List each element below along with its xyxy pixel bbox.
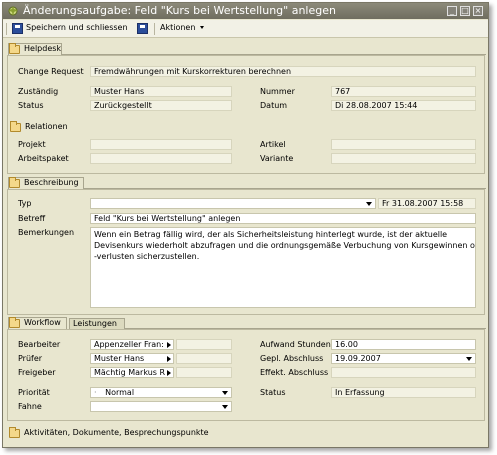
arrow-right-icon <box>167 342 171 348</box>
nummer-field[interactable]: 767 <box>331 86 476 97</box>
artikel-field[interactable] <box>331 139 476 150</box>
change-request-field[interactable]: Fremdwährungen mit Kurskorrekturen berec… <box>90 66 476 77</box>
betreff-field[interactable]: Feld "Kurs bei Wertstellung" anlegen <box>90 213 476 224</box>
folder-icon <box>9 427 20 438</box>
freigeber-value: Mächtig Markus R <box>94 368 166 377</box>
folder-icon <box>9 177 20 188</box>
toolbar-separator <box>154 23 155 35</box>
workflow-status-field[interactable]: In Erfassung <box>331 387 476 398</box>
actions-label: Aktionen <box>160 23 196 32</box>
workflow-panel: Bearbeiter Appenzeller Fran: Prüfer Must… <box>7 329 485 421</box>
save-button[interactable] <box>137 23 149 36</box>
typ-date-field[interactable]: Fr 31.08.2007 15:58 <box>378 198 476 209</box>
freigeber-extra-field[interactable] <box>176 367 232 378</box>
maximize-icon[interactable]: □ <box>460 6 470 16</box>
aktivitaeten-title: Aktivitäten, Dokumente, Besprechungspunk… <box>24 428 209 437</box>
folder-icon <box>9 43 20 54</box>
gepl-abschluss-dropdown[interactable]: 19.09.2007 <box>331 353 476 364</box>
arbeitspaket-field[interactable] <box>90 153 232 164</box>
bemerkungen-line: Devisenkurs wiederholt abzufragen und di… <box>94 241 476 250</box>
folder-icon <box>10 121 21 132</box>
dropdown-arrow-icon <box>366 202 372 206</box>
bemerkungen-line: -verlusten sicherzustellen. <box>94 252 200 261</box>
typ-dropdown[interactable] <box>90 198 376 209</box>
freigeber-label: Freigeber <box>18 368 56 377</box>
tab-leistungen[interactable]: Leistungen <box>69 318 125 329</box>
bearbeiter-label: Bearbeiter <box>18 340 61 349</box>
save-close-button[interactable]: Speichern und schliessen <box>12 23 128 36</box>
freigeber-field[interactable]: Mächtig Markus R <box>90 367 174 378</box>
close-icon[interactable]: × <box>473 6 483 16</box>
tab-workflow-label: Workflow <box>24 318 61 327</box>
bemerkungen-label: Bemerkungen <box>18 228 75 237</box>
arrow-right-icon <box>167 356 171 362</box>
beschreibung-panel: Typ Fr 31.08.2007 15:58 Betreff Feld "Ku… <box>7 189 485 315</box>
change-request-label: Change Request <box>18 67 84 76</box>
pruefer-value: Muster Hans <box>94 354 145 363</box>
status-label: Status <box>18 101 44 110</box>
toolbar: Speichern und schliessen Aktionen <box>3 20 488 38</box>
helpdesk-panel: Change Request Fremdwährungen mit Kursko… <box>7 55 485 174</box>
title-bar[interactable]: Änderungsaufgabe: Feld "Kurs bei Wertste… <box>3 3 488 19</box>
pruefer-field[interactable]: Muster Hans <box>90 353 174 364</box>
dropdown-arrow-icon <box>222 391 228 395</box>
prioritaet-value: Normal <box>105 388 135 397</box>
prioritaet-dropdown[interactable]: · Normal <box>90 387 232 398</box>
datum-label: Datum <box>260 101 288 110</box>
artikel-label: Artikel <box>260 140 286 149</box>
dropdown-arrow-icon <box>222 405 228 409</box>
save-icon <box>137 23 148 34</box>
prioritaet-label: Priorität <box>18 388 50 397</box>
pruefer-label: Prüfer <box>18 354 43 363</box>
actions-menu-button[interactable]: Aktionen <box>160 23 208 36</box>
typ-label: Typ <box>18 199 32 208</box>
save-close-label: Speichern und schliessen <box>26 23 128 32</box>
bearbeiter-extra-field[interactable] <box>176 339 232 350</box>
window-title: Änderungsaufgabe: Feld "Kurs bei Wertste… <box>23 4 336 17</box>
variante-field[interactable] <box>331 153 476 164</box>
chevron-down-icon <box>200 26 204 29</box>
betreff-label: Betreff <box>18 214 46 223</box>
minimize-icon[interactable]: _ <box>447 6 457 16</box>
bemerkungen-line: Wenn ein Betrag fällig wird, der als Sic… <box>94 230 448 239</box>
tab-leistungen-label: Leistungen <box>73 319 117 328</box>
folder-icon <box>9 317 20 328</box>
aufwand-field[interactable]: 16.00 <box>331 339 476 350</box>
arrow-right-icon <box>167 370 171 376</box>
workflow-status-label: Status <box>260 388 286 397</box>
arbeitspaket-label: Arbeitspaket <box>18 154 69 163</box>
fahne-dropdown[interactable] <box>90 401 232 412</box>
variante-label: Variante <box>260 154 294 163</box>
fahne-label: Fahne <box>18 402 42 411</box>
projekt-label: Projekt <box>18 140 46 149</box>
helpdesk-title: Helpdesk <box>24 44 62 53</box>
zustaendig-label: Zuständig <box>18 87 59 96</box>
beschreibung-title: Beschreibung <box>24 178 79 187</box>
projekt-field[interactable] <box>90 139 232 150</box>
status-field[interactable]: Zurückgestellt <box>90 100 232 111</box>
effekt-abschluss-field[interactable] <box>331 367 476 378</box>
bearbeiter-value: Appenzeller Fran: <box>94 340 164 349</box>
relationen-title: Relationen <box>25 122 68 131</box>
bearbeiter-field[interactable]: Appenzeller Fran: <box>90 339 174 350</box>
gepl-abschluss-label: Gepl. Abschluss <box>260 354 324 363</box>
effekt-abschluss-label: Effekt. Abschluss <box>260 368 329 377</box>
pruefer-extra-field[interactable] <box>176 353 232 364</box>
save-icon <box>12 23 23 34</box>
zustaendig-field[interactable]: Muster Hans <box>90 86 232 97</box>
toolbar-grip <box>6 23 7 35</box>
window: Änderungsaufgabe: Feld "Kurs bei Wertste… <box>2 2 489 448</box>
app-icon <box>8 6 18 16</box>
gepl-abschluss-value: 19.09.2007 <box>335 354 381 363</box>
nummer-label: Nummer <box>260 87 295 96</box>
bemerkungen-textarea[interactable]: Wenn ein Betrag fällig wird, der als Sic… <box>90 227 476 308</box>
aufwand-label: Aufwand Stunden <box>260 340 331 349</box>
dropdown-arrow-icon <box>466 357 472 361</box>
datum-field[interactable]: Di 28.08.2007 15:44 <box>331 100 476 111</box>
